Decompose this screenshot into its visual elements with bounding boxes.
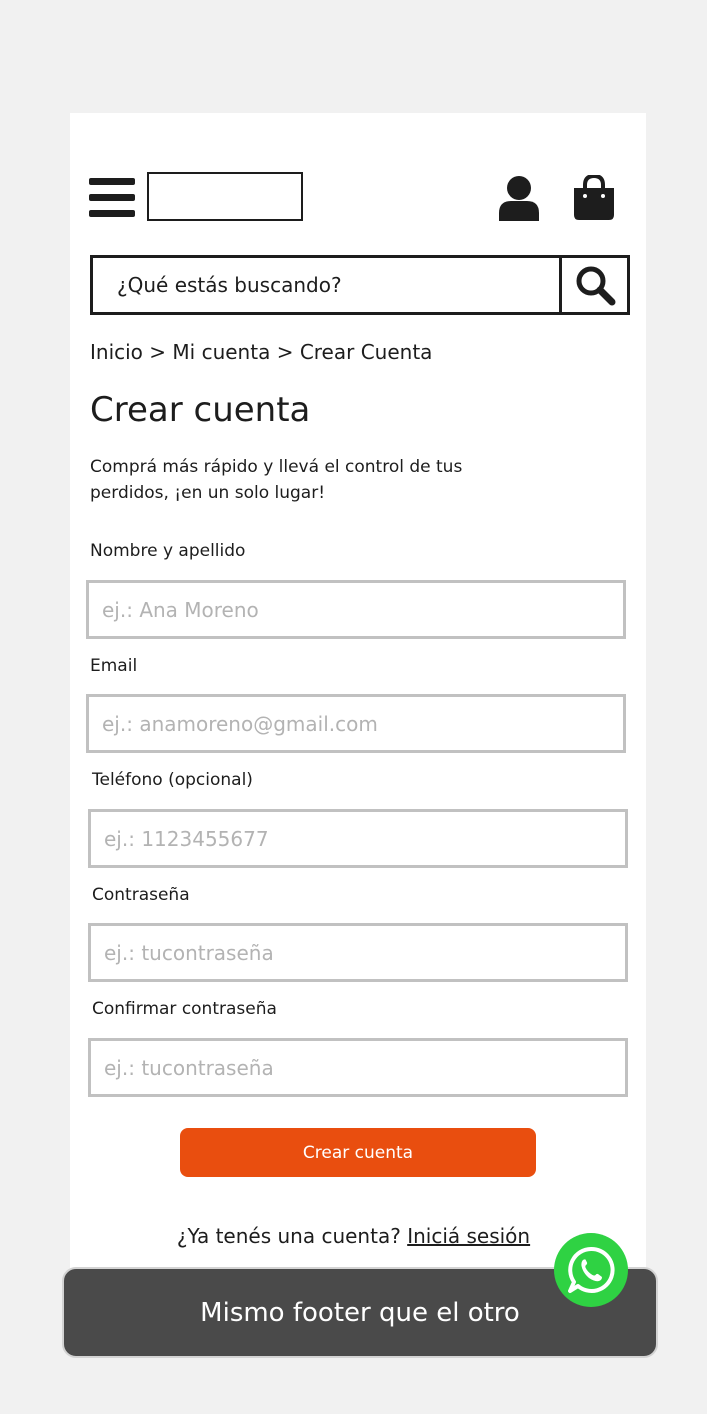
breadcrumb-home[interactable]: Inicio [90, 340, 143, 364]
page-title: Crear cuenta [90, 390, 311, 430]
password-field[interactable] [88, 923, 628, 982]
whatsapp-button[interactable] [554, 1233, 628, 1307]
breadcrumb: Inicio > Mi cuenta > Crear Cuenta [90, 340, 432, 364]
phone-field[interactable] [88, 809, 628, 868]
email-field[interactable] [86, 694, 626, 753]
search-input[interactable] [93, 258, 561, 312]
password-label: Contraseña [92, 885, 190, 905]
search-button[interactable] [559, 258, 627, 312]
create-account-button[interactable]: Crear cuenta [180, 1128, 536, 1177]
page-subtitle: Comprá más rápido y llevá el control de … [90, 457, 463, 503]
hamburger-menu-icon[interactable] [89, 178, 135, 218]
search-bar [90, 255, 630, 315]
whatsapp-icon [568, 1246, 615, 1293]
breadcrumb-current: Crear Cuenta [299, 340, 433, 364]
full-name-label: Nombre y apellido [90, 541, 246, 561]
phone-label: Teléfono (opcional) [92, 770, 253, 790]
user-icon[interactable] [498, 175, 540, 221]
login-prompt-text: ¿Ya tenés una cuenta? [176, 1224, 401, 1248]
footer-text: Mismo footer que el otro [200, 1297, 520, 1328]
breadcrumb-separator: > [149, 340, 167, 364]
email-label: Email [90, 656, 138, 676]
shopping-bag-icon[interactable] [572, 173, 616, 221]
full-name-field[interactable] [86, 580, 626, 639]
confirm-password-field[interactable] [88, 1038, 628, 1097]
confirm-password-label: Confirmar contraseña [92, 999, 277, 1019]
breadcrumb-separator: > [276, 340, 294, 364]
breadcrumb-my-account[interactable]: Mi cuenta [172, 340, 270, 364]
search-icon [576, 266, 615, 306]
logo[interactable] [147, 172, 303, 221]
login-link[interactable]: Iniciá sesión [407, 1224, 530, 1248]
